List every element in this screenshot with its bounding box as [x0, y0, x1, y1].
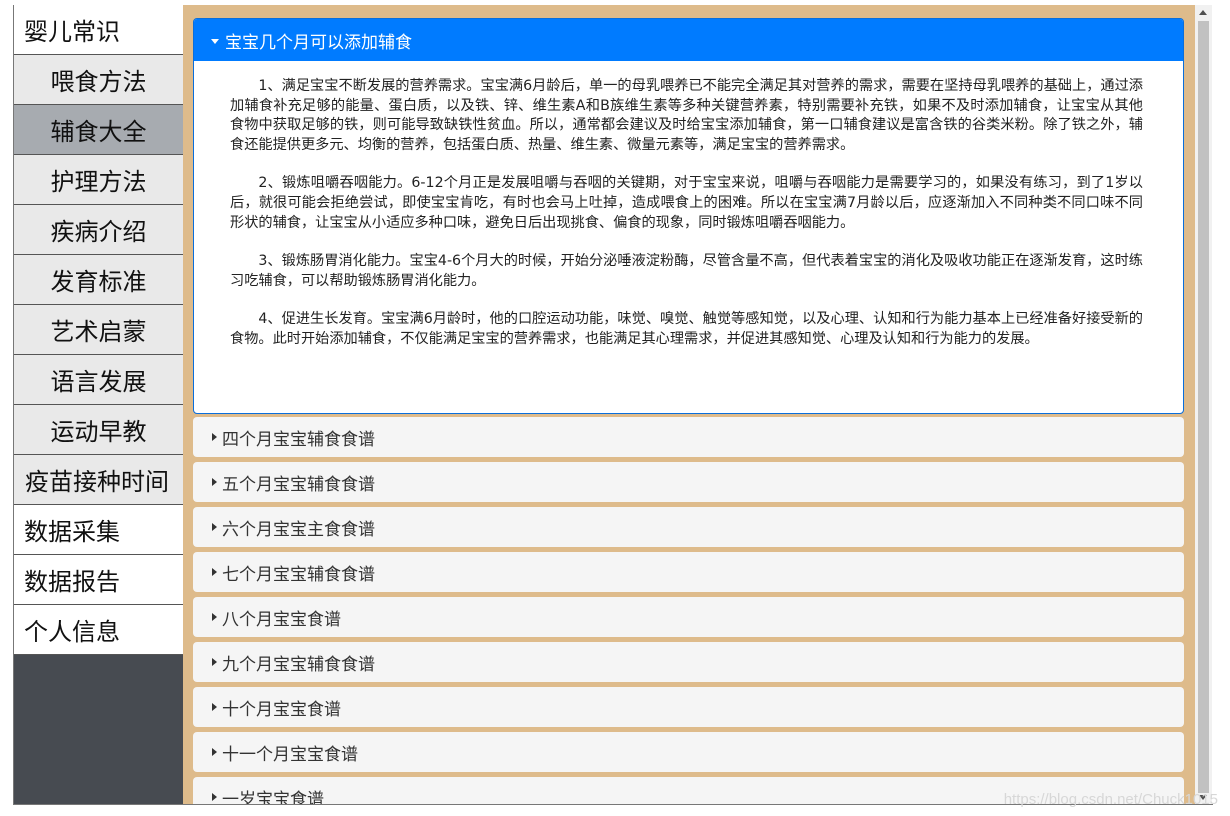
accordion-body: 1、满足宝宝不断发展的营养需求。宝宝满6月龄后，单一的母乳喂养已不能完全满足其对…: [194, 61, 1183, 350]
caret-right-icon: [212, 568, 217, 576]
paragraph: 2、锻炼咀嚼吞咽能力。6-12个月正是发展咀嚼与吞咽的关键期，对于宝宝来说，咀嚼…: [230, 175, 1143, 231]
nav-item-vaccine-schedule[interactable]: 疫苗接种时间: [14, 455, 183, 505]
paragraph: 1、满足宝宝不断发展的营养需求。宝宝满6月龄后，单一的母乳喂养已不能完全满足其对…: [230, 78, 1143, 153]
accordion-header[interactable]: 五个月宝宝辅食食谱: [193, 462, 1184, 502]
nav-item-label: 婴儿常识: [24, 18, 120, 46]
paragraph: 4、促进生长发育。宝宝满6月龄时，他的口腔运动功能，味觉、嗅觉、触觉等感知觉，以…: [230, 311, 1143, 347]
nav-item-sports-education[interactable]: 运动早教: [14, 405, 183, 455]
nav-item-label: 疾病介绍: [50, 218, 147, 246]
accordion-title: 十一个月宝宝食谱: [222, 744, 358, 765]
accordion-item[interactable]: 八个月宝宝食谱: [193, 597, 1184, 637]
accordion-header[interactable]: 六个月宝宝主食食谱: [193, 507, 1184, 547]
nav-item-label: 喂食方法: [50, 68, 147, 96]
nav-item-label: 发育标准: [50, 268, 147, 296]
nav-item-diseases[interactable]: 疾病介绍: [14, 205, 183, 255]
scrollbar-thumb[interactable]: [1198, 21, 1209, 793]
nav-item-label: 语言发展: [50, 368, 147, 396]
accordion-item[interactable]: 七个月宝宝辅食食谱: [193, 552, 1184, 592]
accordion-title: 六个月宝宝主食食谱: [222, 519, 375, 540]
accordion-title: 七个月宝宝辅食食谱: [222, 564, 375, 585]
caret-right-icon: [212, 433, 217, 441]
nav-item-label: 数据报告: [24, 568, 120, 596]
caret-right-icon: [212, 478, 217, 486]
caret-right-icon: [212, 523, 217, 531]
nav-item-art-enlightenment[interactable]: 艺术启蒙: [14, 305, 183, 355]
accordion-title: 八个月宝宝食谱: [222, 609, 341, 630]
nav-item-label: 艺术启蒙: [50, 318, 147, 346]
caret-right-icon: [212, 703, 217, 711]
vertical-scrollbar[interactable]: [1195, 5, 1212, 805]
nav-item-label: 个人信息: [24, 618, 120, 646]
accordion-item[interactable]: 十一个月宝宝食谱: [193, 732, 1184, 772]
nav-item-complementary-food[interactable]: 辅食大全: [14, 105, 183, 155]
caret-right-icon: [212, 748, 217, 756]
caret-right-icon: [212, 793, 217, 801]
accordion-title: 四个月宝宝辅食食谱: [222, 429, 375, 450]
caret-right-icon: [212, 658, 217, 666]
accordion-title: 一岁宝宝食谱: [222, 789, 324, 806]
caret-down-icon: [211, 38, 219, 44]
accordion-title: 十个月宝宝食谱: [222, 699, 341, 720]
accordion-item[interactable]: 九个月宝宝辅食食谱: [193, 642, 1184, 682]
nav-item-label: 运动早教: [50, 418, 147, 446]
content-area: 宝宝几个月可以添加辅食 1、满足宝宝不断发展的营养需求。宝宝满6月龄后，单一的母…: [183, 5, 1195, 805]
sidebar-nav: 婴儿常识 喂食方法 辅食大全 护理方法 疾病介绍 发育标准 艺术启蒙 语言发展 …: [13, 5, 183, 805]
nav-item-label: 疫苗接种时间: [25, 468, 169, 496]
nav-item-label: 辅食大全: [50, 118, 147, 146]
nav-item-growth-standards[interactable]: 发育标准: [14, 255, 183, 305]
accordion-header[interactable]: 八个月宝宝食谱: [193, 597, 1184, 637]
accordion-header[interactable]: 十个月宝宝食谱: [193, 687, 1184, 727]
nav-item-label: 数据采集: [24, 518, 120, 546]
accordion-header[interactable]: 九个月宝宝辅食食谱: [193, 642, 1184, 682]
accordion-title: 宝宝几个月可以添加辅食: [225, 32, 412, 53]
paragraph: 3、锻炼肠胃消化能力。宝宝4-6个月大的时候，开始分泌唾液淀粉酶，尽管含量不高，…: [230, 253, 1143, 289]
nav-item-feeding-methods[interactable]: 喂食方法: [14, 55, 183, 105]
accordion-header-active[interactable]: 宝宝几个月可以添加辅食: [194, 19, 1183, 61]
nav-item-data-collection[interactable]: 数据采集: [14, 505, 183, 555]
nav-item-label: 护理方法: [50, 168, 147, 196]
accordion-header[interactable]: 七个月宝宝辅食食谱: [193, 552, 1184, 592]
accordion-title: 五个月宝宝辅食食谱: [222, 474, 375, 495]
watermark: https://blog.csdn.net/Chuck1015: [1003, 791, 1218, 808]
caret-right-icon: [212, 613, 217, 621]
scroll-up-arrow-icon[interactable]: [1199, 10, 1207, 15]
accordion-title: 九个月宝宝辅食食谱: [222, 654, 375, 675]
accordion-panel-expanded: 宝宝几个月可以添加辅食 1、满足宝宝不断发展的营养需求。宝宝满6月龄后，单一的母…: [193, 18, 1184, 414]
accordion-item[interactable]: 十个月宝宝食谱: [193, 687, 1184, 727]
nav-item-baby-knowledge[interactable]: 婴儿常识: [14, 5, 183, 55]
accordion-item[interactable]: 五个月宝宝辅食食谱: [193, 462, 1184, 502]
nav-item-care-methods[interactable]: 护理方法: [14, 155, 183, 205]
accordion-item[interactable]: 四个月宝宝辅食食谱: [193, 417, 1184, 457]
accordion-header[interactable]: 十一个月宝宝食谱: [193, 732, 1184, 772]
nav-item-data-report[interactable]: 数据报告: [14, 555, 183, 605]
accordion-header[interactable]: 四个月宝宝辅食食谱: [193, 417, 1184, 457]
nav-item-language-development[interactable]: 语言发展: [14, 355, 183, 405]
accordion-item[interactable]: 六个月宝宝主食食谱: [193, 507, 1184, 547]
nav-item-personal-info[interactable]: 个人信息: [14, 605, 183, 655]
